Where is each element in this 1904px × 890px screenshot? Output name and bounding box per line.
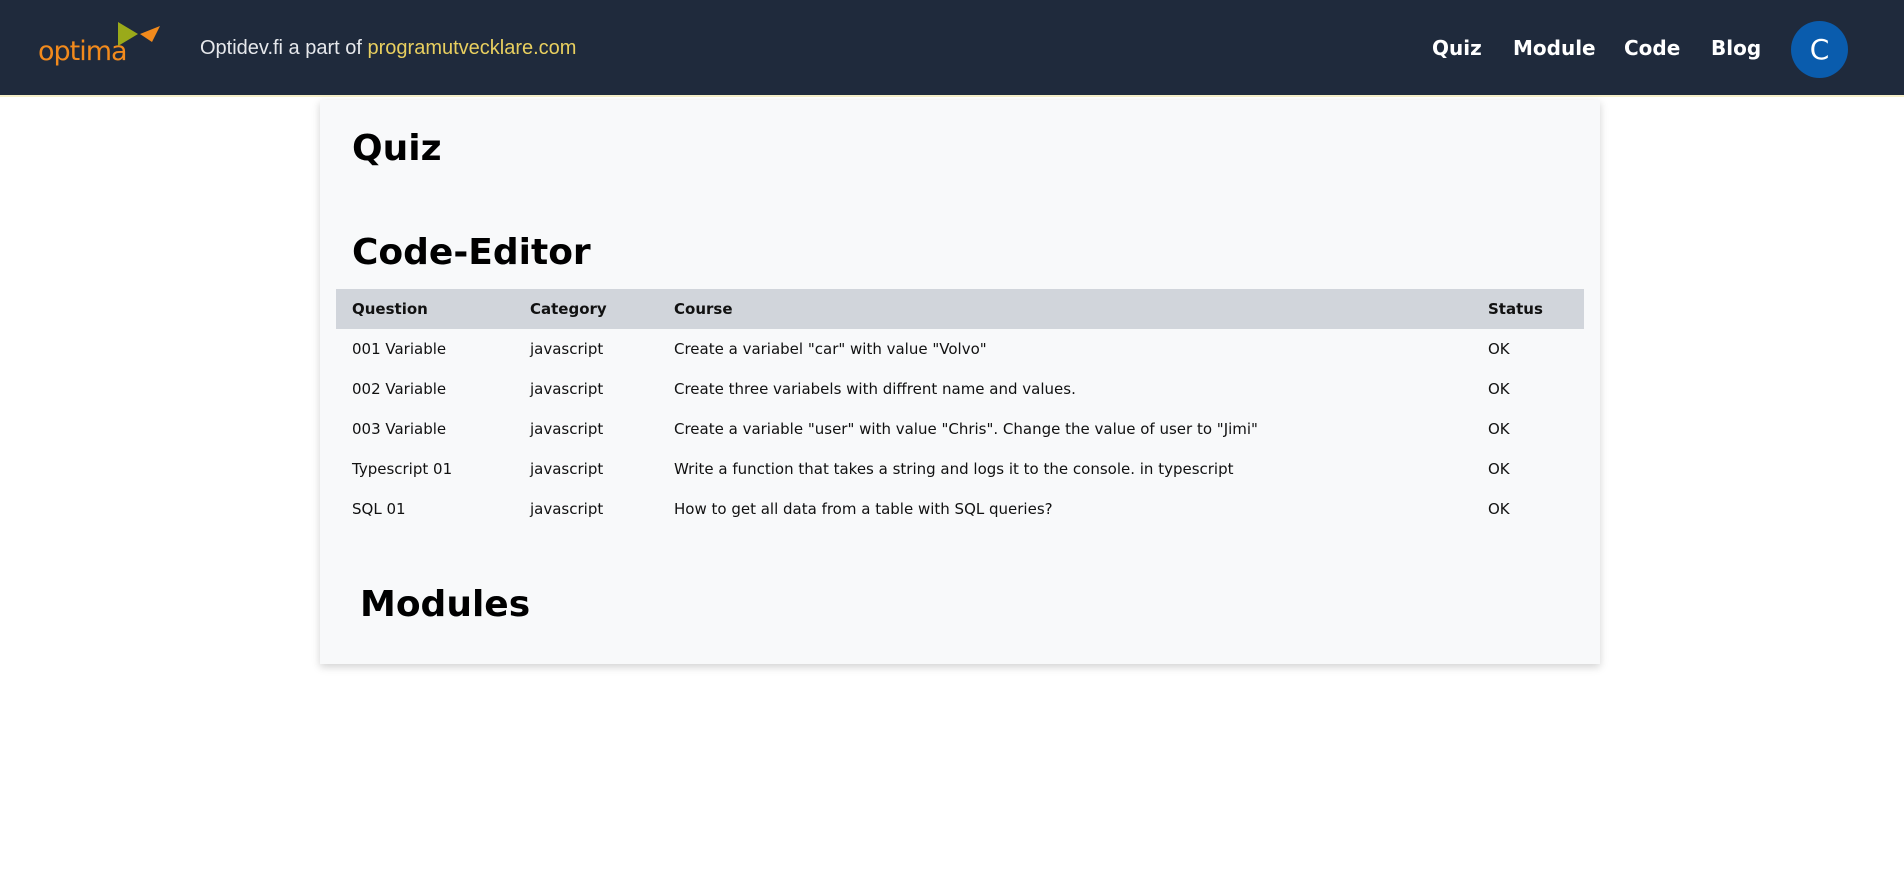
- quiz-table: Question Category Course Status 001 Vari…: [336, 289, 1584, 529]
- cell-course: Create a variable "user" with value "Chr…: [674, 420, 1258, 438]
- cell-category: javascript: [530, 460, 604, 478]
- cell-course: Create three variabels with diffrent nam…: [674, 380, 1076, 398]
- cell-category: javascript: [530, 340, 604, 358]
- table-row[interactable]: Typescript 01 javascript Write a functio…: [336, 449, 1584, 489]
- cell-status: OK: [1488, 420, 1510, 438]
- cell-status: OK: [1488, 380, 1510, 398]
- top-navbar: optima Optidev.fi a part of programutvec…: [0, 0, 1904, 97]
- cell-status: OK: [1488, 340, 1510, 358]
- cell-question: SQL 01: [352, 500, 406, 518]
- cell-course: How to get all data from a table with SQ…: [674, 500, 1053, 518]
- cell-question: 001 Variable: [352, 340, 447, 358]
- cell-course: Create a variabel "car" with value "Volv…: [674, 340, 987, 358]
- cell-status: OK: [1488, 500, 1510, 518]
- table-row[interactable]: 001 Variable javascript Create a variabe…: [336, 329, 1584, 369]
- column-header-category: Category: [530, 300, 607, 318]
- table-row[interactable]: 002 Variable javascript Create three var…: [336, 369, 1584, 409]
- quiz-heading: Quiz: [352, 128, 442, 169]
- cell-status: OK: [1488, 460, 1510, 478]
- column-header-status: Status: [1488, 300, 1543, 318]
- cell-question: 002 Variable: [352, 380, 447, 398]
- nav-quiz[interactable]: Quiz: [1432, 36, 1482, 60]
- nav-code[interactable]: Code: [1624, 36, 1680, 60]
- user-avatar[interactable]: C: [1791, 21, 1848, 78]
- modules-heading: Modules: [360, 584, 531, 625]
- cell-category: javascript: [530, 380, 604, 398]
- programutvecklare-link[interactable]: programutvecklare.com: [368, 37, 577, 59]
- cell-category: javascript: [530, 420, 604, 438]
- column-header-question: Question: [352, 300, 428, 318]
- cell-question: Typescript 01: [352, 460, 453, 478]
- column-header-course: Course: [674, 300, 733, 318]
- tagline-prefix: Optidev.fi a part of: [200, 37, 362, 59]
- table-row[interactable]: 003 Variable javascript Create a variabl…: [336, 409, 1584, 449]
- optima-logo[interactable]: optima: [38, 22, 168, 76]
- logo-arrows-icon: [118, 22, 160, 46]
- table-header-row: Question Category Course Status: [336, 289, 1584, 329]
- nav-module[interactable]: Module: [1513, 36, 1596, 60]
- cell-category: javascript: [530, 500, 604, 518]
- table-row[interactable]: SQL 01 javascript How to get all data fr…: [336, 489, 1584, 529]
- cell-question: 003 Variable: [352, 420, 447, 438]
- code-editor-heading: Code-Editor: [352, 232, 591, 273]
- nav-blog[interactable]: Blog: [1711, 36, 1761, 60]
- cell-course: Write a function that takes a string and…: [674, 460, 1234, 478]
- site-tagline: Optidev.fi a part of programutvecklare.c…: [200, 37, 576, 60]
- content-card: Quiz Code-Editor Question Category Cours…: [320, 100, 1600, 664]
- logo-wordmark: optima: [38, 36, 128, 67]
